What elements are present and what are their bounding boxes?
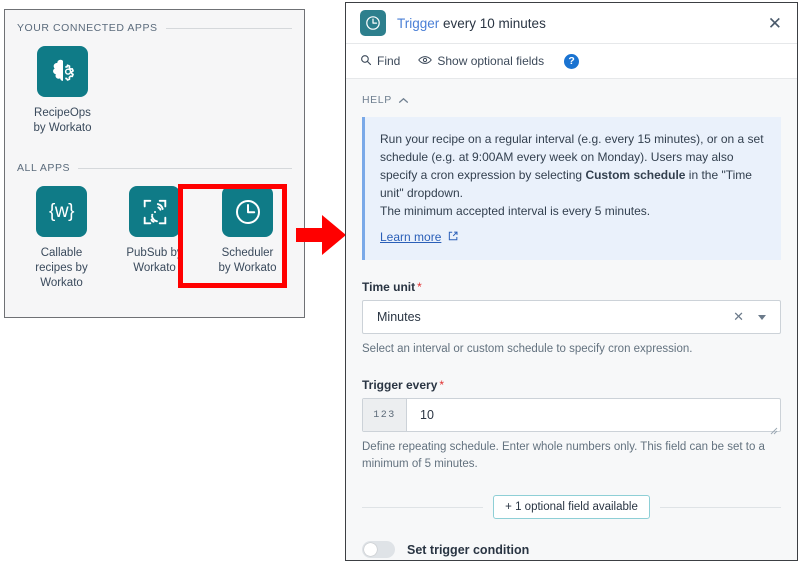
trigger-every-input[interactable]: 123 10 xyxy=(362,398,781,435)
time-unit-value: Minutes xyxy=(377,310,421,324)
help-paragraph-part-3: The minimum accepted interval is every 5… xyxy=(380,204,651,218)
recipeops-icon-box xyxy=(37,46,88,97)
close-icon[interactable]: ✕ xyxy=(765,11,785,36)
toggle-knob xyxy=(364,543,377,556)
eye-icon xyxy=(418,54,433,69)
callable-recipes-icon-box: {w} xyxy=(36,186,87,237)
set-trigger-condition-toggle[interactable] xyxy=(362,541,395,558)
app-tile-callable-recipes[interactable]: {w} Callable recipes by Workato xyxy=(15,186,108,291)
app-label-line: Workato xyxy=(133,262,176,274)
app-label-line: Callable xyxy=(40,247,83,259)
app-label-line: Scheduler xyxy=(221,247,274,259)
external-link-icon xyxy=(448,230,458,244)
app-label-line: PubSub by xyxy=(126,247,183,259)
page-title-rest: every 10 minutes xyxy=(439,15,546,31)
time-unit-label-text: Time unit xyxy=(362,280,416,294)
resize-handle[interactable] xyxy=(770,422,778,435)
app-label-line: by Workato xyxy=(218,262,277,274)
number-type-icon: 123 xyxy=(363,399,407,431)
show-optional-fields-button[interactable]: Show optional fields xyxy=(418,54,544,69)
set-trigger-condition-label: Set trigger condition xyxy=(407,542,530,557)
app-label-recipeops: RecipeOps by Workato xyxy=(19,106,107,136)
trigger-condition-row: Set trigger condition xyxy=(362,541,781,558)
time-unit-hint: Select an interval or custom schedule to… xyxy=(362,343,693,355)
connected-apps-row: RecipeOps by Workato xyxy=(5,46,304,136)
page-title: Trigger every 10 minutes xyxy=(397,16,546,31)
time-unit-select[interactable]: Minutes ✕ xyxy=(362,300,781,334)
help-section-label: HELP xyxy=(362,94,392,106)
time-unit-label: Time unit * xyxy=(362,280,781,294)
required-marker: * xyxy=(439,378,445,392)
clear-icon[interactable]: ✕ xyxy=(725,309,752,325)
help-learn-more-label: Learn more xyxy=(380,230,442,244)
chevron-down-icon[interactable] xyxy=(758,314,766,320)
app-label-line: Workato xyxy=(40,277,83,289)
app-label-line: by Workato xyxy=(33,122,92,134)
app-label-pubsub: PubSub by Workato xyxy=(111,246,199,276)
trigger-every-value[interactable]: 10 xyxy=(407,399,780,431)
panel-toolbar: Find Show optional fields ? xyxy=(346,43,797,79)
app-label-callable-recipes: Callable recipes by Workato xyxy=(18,246,106,291)
pubsub-signal-icon xyxy=(140,197,170,227)
panel-title-bar: Trigger every 10 minutes ✕ xyxy=(346,3,797,43)
section-label-all-apps: ALL APPS xyxy=(17,162,71,174)
pubsub-icon-box xyxy=(129,186,180,237)
trigger-config-panel: Trigger every 10 minutes ✕ Find Show opt… xyxy=(345,2,798,561)
trigger-every-label: Trigger every * xyxy=(362,378,781,392)
section-label-connected-apps: YOUR CONNECTED APPS xyxy=(17,22,158,34)
divider-line-right xyxy=(659,506,782,508)
help-icon[interactable]: ? xyxy=(564,53,580,69)
section-divider xyxy=(165,27,292,29)
help-learn-more-link[interactable]: Learn more xyxy=(380,230,458,244)
help-paragraph-bold: Custom schedule xyxy=(585,168,686,182)
optional-fields-divider: + 1 optional field available xyxy=(362,495,782,519)
brain-gear-icon xyxy=(48,57,78,87)
optional-fields-button[interactable]: + 1 optional field available xyxy=(493,495,650,519)
trigger-every-label-text: Trigger every xyxy=(362,378,438,392)
scheduler-icon-box xyxy=(222,186,273,237)
all-apps-row: {w} Callable recipes by Workato PubSub b… xyxy=(5,186,304,291)
app-tile-scheduler[interactable]: Scheduler by Workato xyxy=(201,186,294,291)
panel-clock-icon xyxy=(360,10,386,36)
help-section-toggle[interactable]: HELP xyxy=(362,91,781,109)
curly-w-icon: {w} xyxy=(49,200,74,222)
annotation-arrow xyxy=(296,211,348,259)
connector-picker-panel: YOUR CONNECTED APPS RecipeOps by Workato… xyxy=(4,9,305,318)
panel-body: HELP Run your recipe on a regular interv… xyxy=(346,79,797,560)
page-title-keyword: Trigger xyxy=(397,15,440,31)
section-header-connected-apps: YOUR CONNECTED APPS xyxy=(5,22,304,34)
chevron-up-icon xyxy=(398,91,409,109)
app-tile-pubsub[interactable]: PubSub by Workato xyxy=(108,186,201,291)
divider-line-left xyxy=(362,506,484,508)
trigger-every-hint: Define repeating schedule. Enter whole n… xyxy=(362,441,765,470)
search-icon xyxy=(360,54,372,69)
app-label-line: recipes by xyxy=(35,262,88,274)
section-header-all-apps: ALL APPS xyxy=(5,162,304,174)
show-optional-fields-label: Show optional fields xyxy=(437,54,545,68)
clock-icon xyxy=(232,196,264,228)
find-button[interactable]: Find xyxy=(360,54,400,69)
app-label-line: RecipeOps xyxy=(34,107,91,119)
find-label: Find xyxy=(377,54,401,68)
help-paragraph: Run your recipe on a regular interval (e… xyxy=(380,130,766,220)
app-tile-recipeops[interactable]: RecipeOps by Workato xyxy=(15,46,110,136)
required-marker: * xyxy=(417,280,422,294)
help-callout: Run your recipe on a regular interval (e… xyxy=(362,117,781,260)
screenshot-root: YOUR CONNECTED APPS RecipeOps by Workato… xyxy=(0,0,800,563)
app-label-scheduler: Scheduler by Workato xyxy=(204,246,292,276)
section-divider xyxy=(78,167,292,169)
